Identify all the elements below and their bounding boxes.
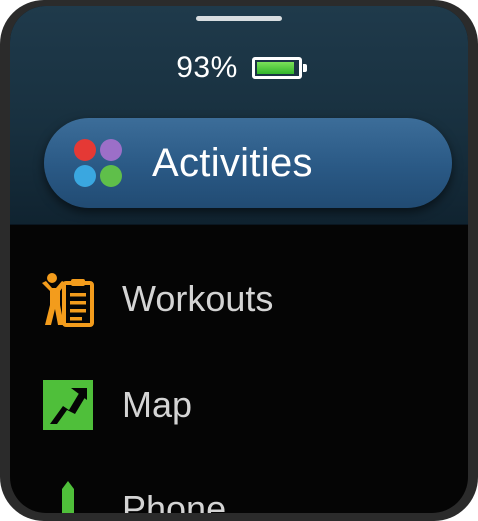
battery-icon bbox=[251, 57, 307, 79]
menu-item-label: Workouts bbox=[122, 278, 274, 319]
map-icon bbox=[38, 375, 98, 435]
menu-item-workouts[interactable]: Workouts bbox=[38, 264, 273, 334]
dot-red bbox=[74, 139, 96, 161]
battery-level-fill bbox=[256, 62, 294, 74]
menu-item-label: Phone bbox=[122, 488, 227, 513]
battery-status: 93% bbox=[10, 50, 468, 86]
four-dots-icon bbox=[74, 137, 126, 189]
menu-item-phone[interactable]: Phone bbox=[38, 474, 226, 513]
glance-header: 93% Activities bbox=[10, 6, 468, 225]
drag-handle[interactable] bbox=[196, 16, 282, 21]
activities-button[interactable]: Activities bbox=[44, 118, 452, 208]
workout-clipboard-icon bbox=[38, 269, 98, 329]
dot-green bbox=[100, 165, 122, 187]
menu-item-label: Map bbox=[122, 384, 193, 425]
dot-purple bbox=[100, 139, 122, 161]
activities-label: Activities bbox=[152, 140, 313, 185]
battery-percent: 93% bbox=[176, 51, 238, 84]
phone-icon bbox=[38, 479, 98, 513]
dot-blue bbox=[74, 165, 96, 187]
watch-screen: 93% Activities Workouts Map Phone bbox=[10, 6, 468, 513]
menu-item-map[interactable]: Map bbox=[38, 370, 192, 440]
watch-frame: 93% Activities Workouts Map Phone bbox=[0, 0, 478, 521]
